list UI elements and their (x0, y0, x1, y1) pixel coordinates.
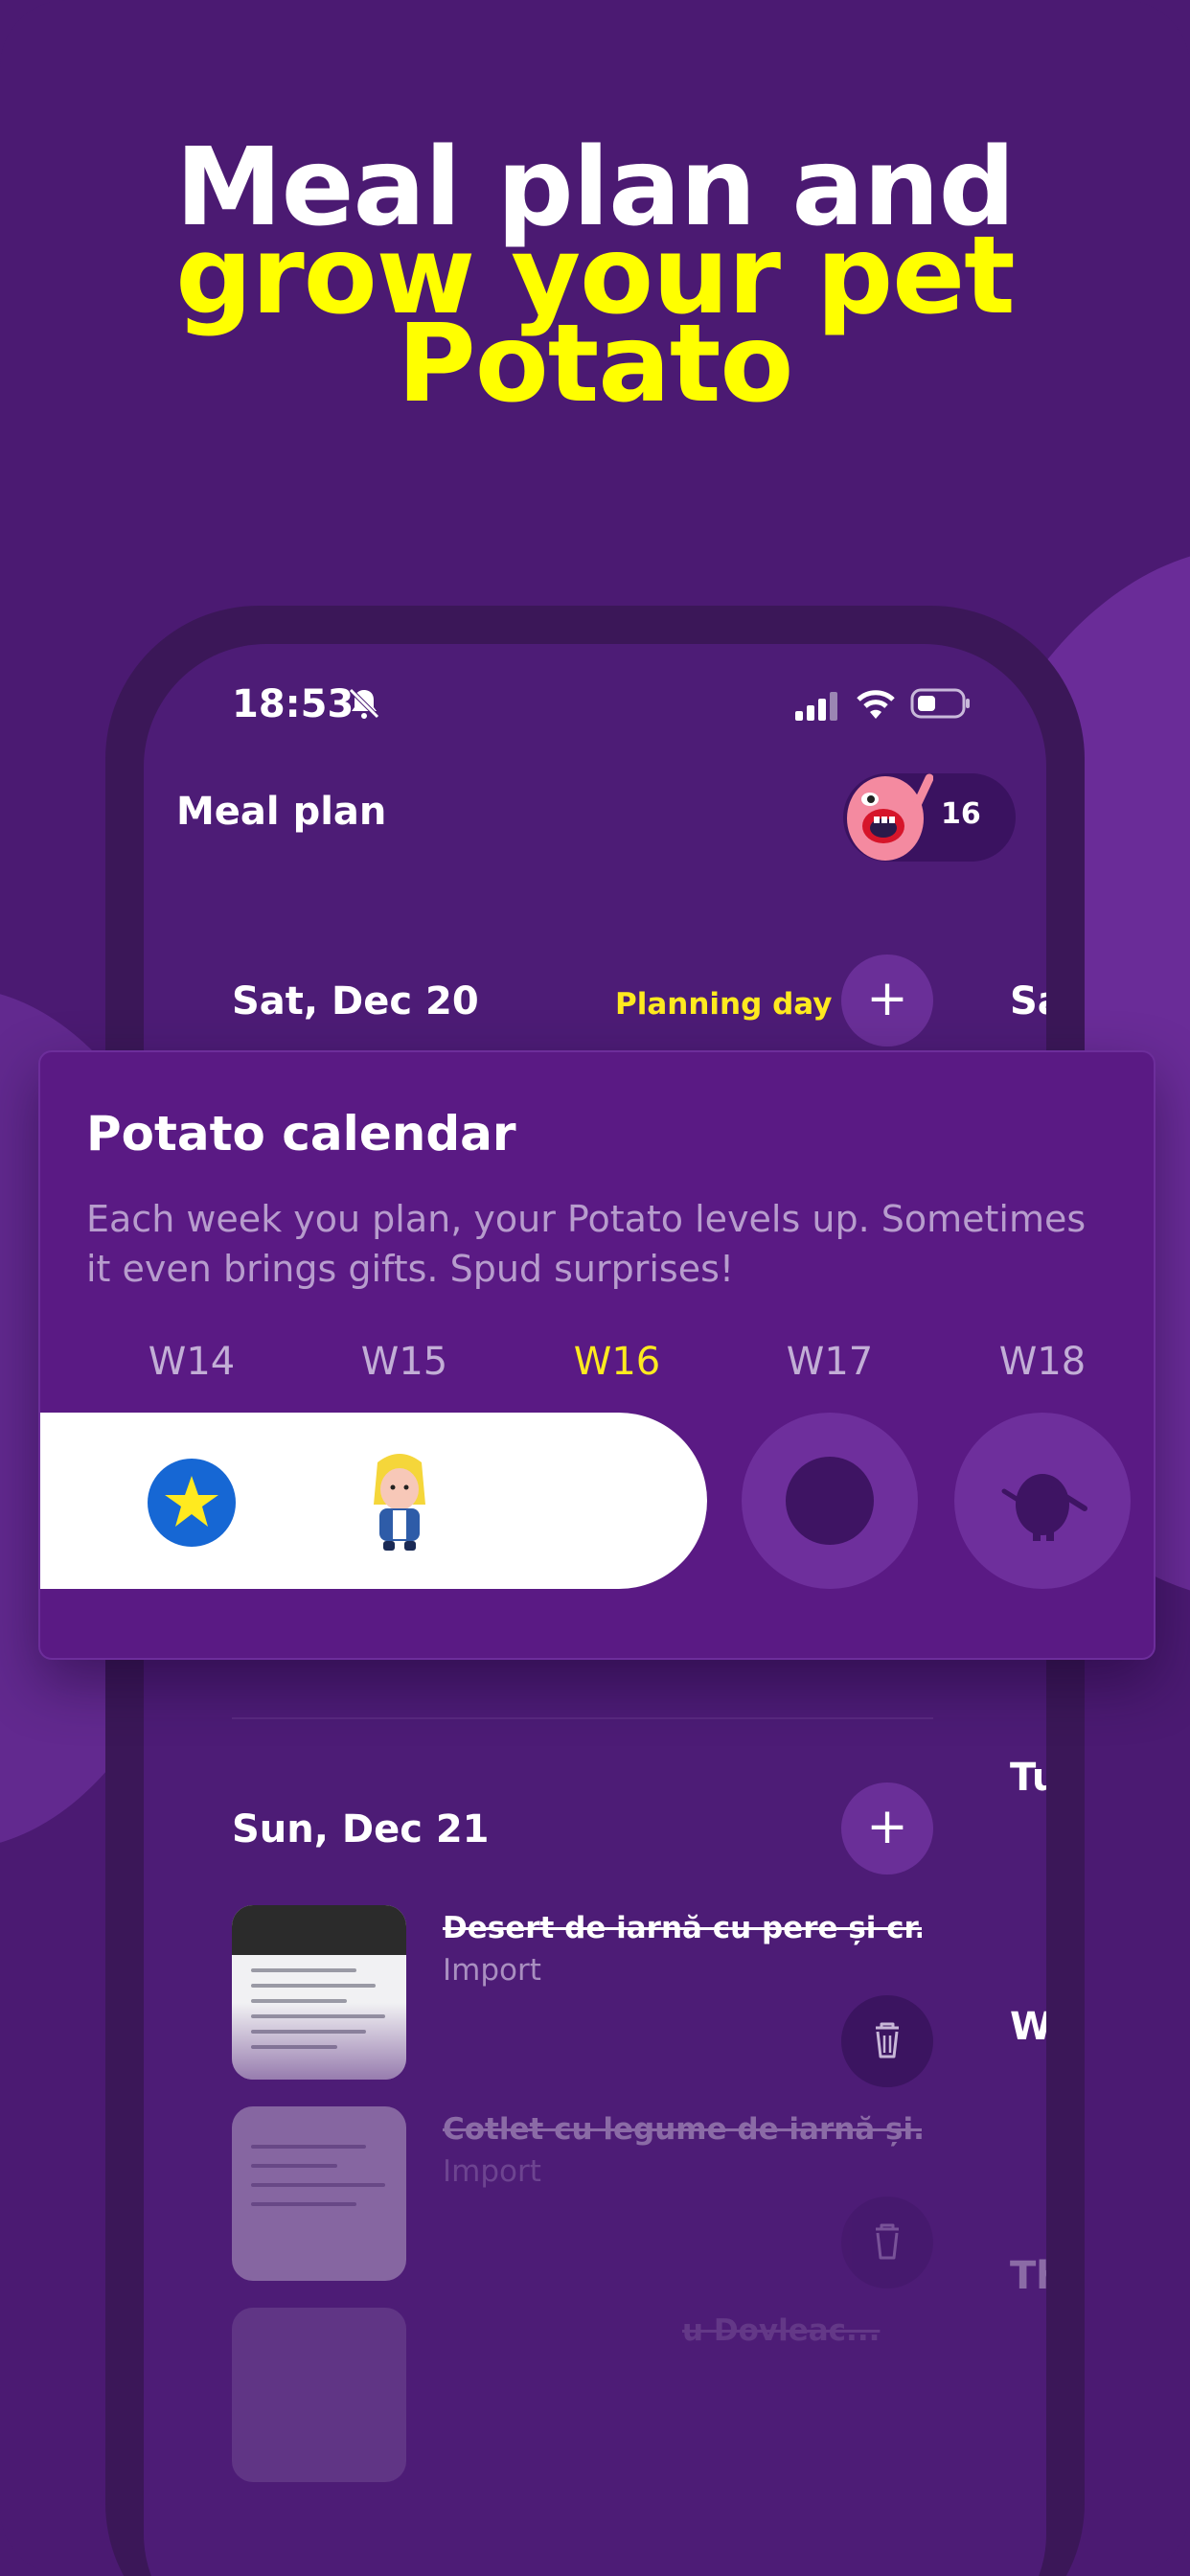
week-label-w14: W14 (148, 1340, 236, 1384)
meal-source: Import (443, 1953, 541, 1988)
locked-potato-silhouette-icon (1001, 1474, 1087, 1541)
card-description: Each week you plan, your Potato levels u… (86, 1198, 1087, 1290)
delete-meal-button[interactable] (841, 1995, 933, 2087)
meal-source: Import (443, 2154, 541, 2189)
meal-title: Cotlet cu legume de iarnă și... (443, 2112, 922, 2147)
meal-thumbnail (232, 2106, 406, 2281)
meal-thumbnail (232, 1905, 406, 2080)
peek-tue: Tu (1010, 1756, 1046, 1800)
star-badge-icon (148, 1459, 236, 1547)
meal-item[interactable]: Cotlet cu legume de iarnă și... Import (232, 2106, 933, 2288)
potato-pet-icon (847, 773, 933, 861)
meal-item[interactable]: u Dovleac... (232, 2308, 933, 2484)
week-label-w18: W18 (998, 1340, 1087, 1384)
cellular-signal-icon (795, 692, 837, 721)
card-title: Potato calendar (86, 1106, 516, 1162)
promo-page: Meal plan and grow your pet Potato 18:53 (0, 0, 1190, 2576)
potato-character-icon (374, 1454, 425, 1551)
status-time: 18:53 (232, 682, 355, 726)
wifi-icon (857, 690, 895, 719)
week-label-w17: W17 (786, 1340, 874, 1384)
day-divider (232, 1717, 933, 1719)
battery-icon (910, 688, 970, 719)
add-meal-sun-button[interactable]: + (841, 1782, 933, 1874)
week-slot-w17 (742, 1413, 918, 1589)
pet-level-count: 16 (941, 797, 981, 831)
page-title: Meal plan (176, 790, 387, 834)
week-label-w15: W15 (360, 1340, 448, 1384)
meal-title: u Dovleac... (682, 2313, 881, 2348)
peek-wed: W (1010, 2005, 1046, 2049)
add-meal-sat-button[interactable]: + (841, 954, 933, 1046)
silent-bell-icon (349, 688, 379, 719)
day-label-sun: Sun, Dec 21 (232, 1807, 490, 1852)
delete-meal-button[interactable] (841, 2196, 933, 2288)
week-label-w16: W16 (573, 1340, 661, 1384)
trash-icon (876, 2223, 899, 2260)
meal-title: Desert de iarnă cu pere și cr... (443, 1911, 922, 1945)
promo-headline: Meal plan and grow your pet Potato (0, 134, 1190, 418)
planning-day-badge: Planning day (615, 987, 833, 1022)
day-label-sat: Sat, Dec 20 (232, 979, 479, 1024)
next-day-peek: Sa (1010, 979, 1046, 1024)
meal-thumbnail (232, 2308, 406, 2482)
trash-icon (876, 2022, 899, 2058)
peek-thu: Th (1010, 2254, 1046, 2298)
meal-item[interactable]: Desert de iarnă cu pere și cr... Import (232, 1905, 933, 2087)
potato-calendar-card: Potato calendar Each week you plan, your… (38, 1050, 1156, 1660)
week-slot-w18 (954, 1413, 1131, 1589)
